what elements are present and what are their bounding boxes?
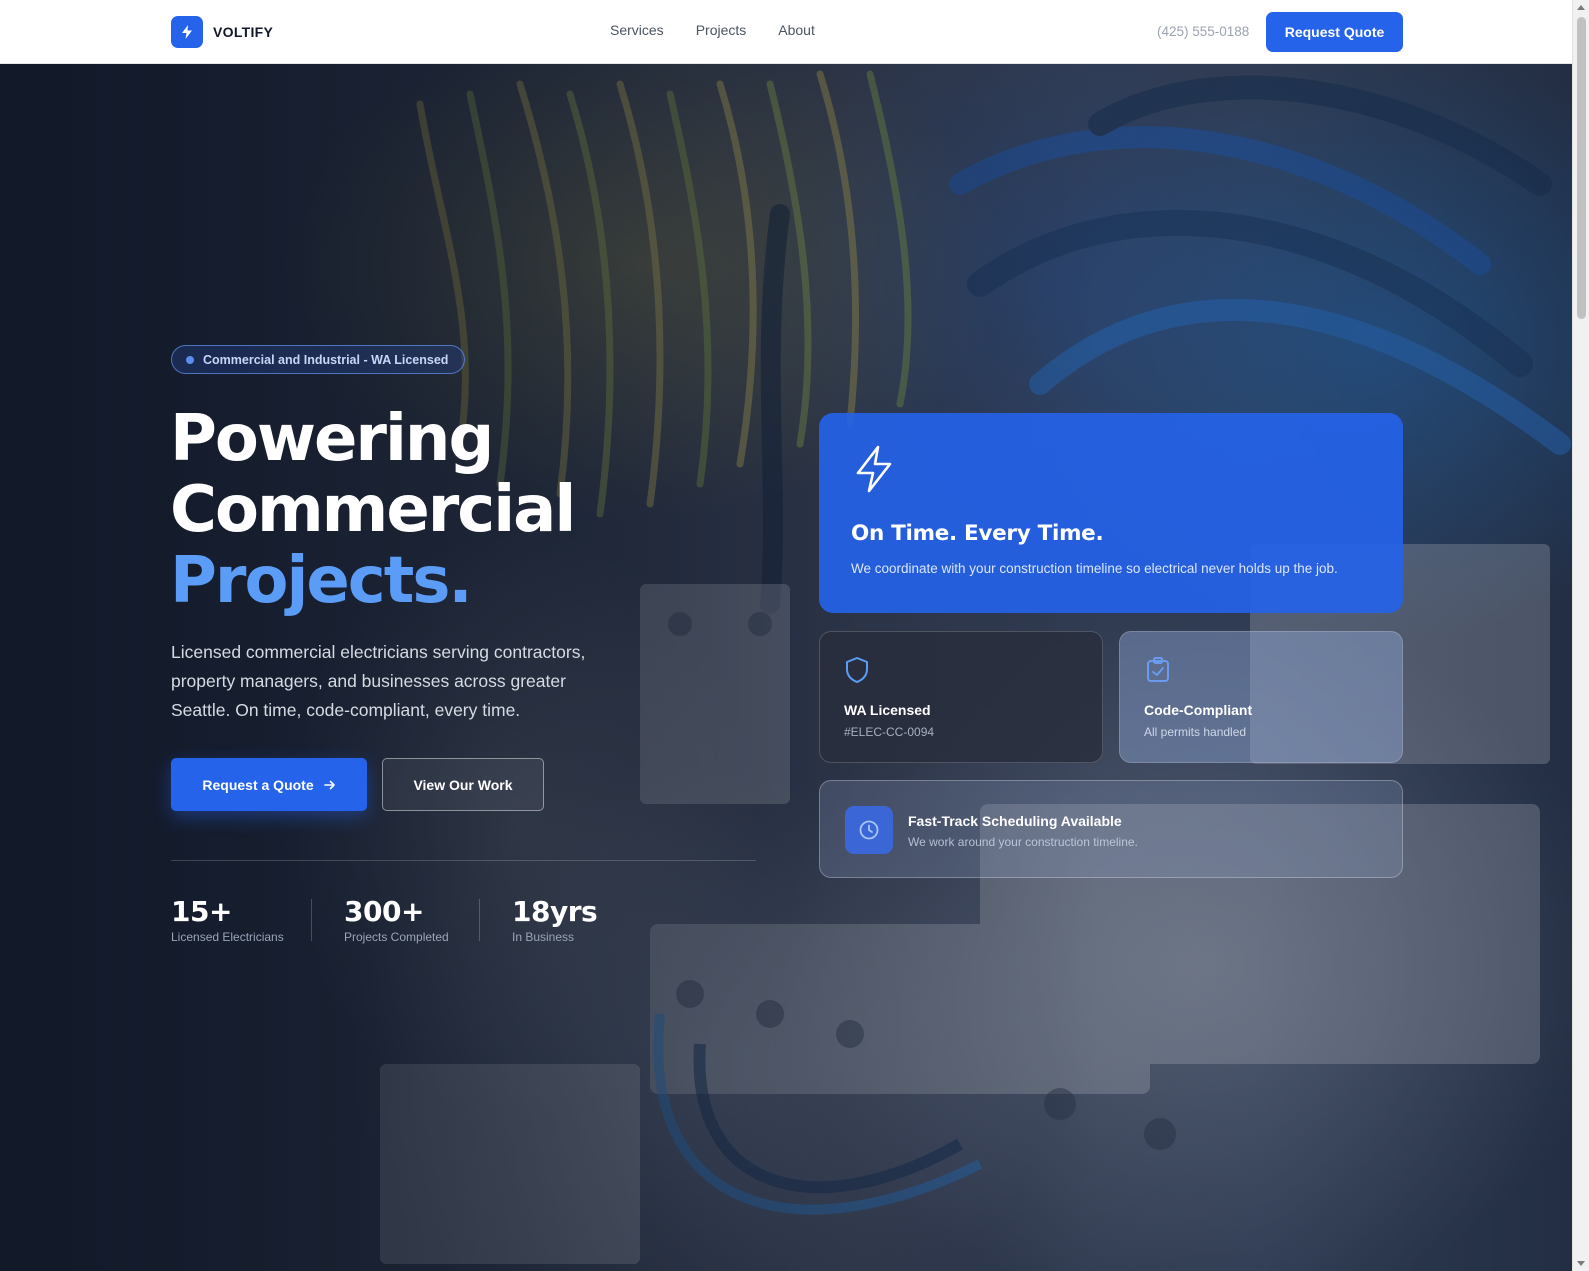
headline-line-1: Powering: [170, 402, 494, 476]
site-header: VOLTIFY Services Projects About (425) 55…: [0, 0, 1572, 64]
card-subtitle: All permits handled: [1144, 725, 1247, 739]
badge-text: Commercial and Industrial - WA Licensed: [203, 352, 449, 367]
scrollbar-thumb[interactable]: [1577, 17, 1586, 319]
view-our-work-button[interactable]: View Our Work: [382, 758, 544, 811]
clipboard-check-icon: [1144, 656, 1172, 689]
card-title: Fast-Track Scheduling Available: [908, 813, 1122, 829]
clock-icon: [845, 806, 893, 854]
nav-link-services[interactable]: Services: [610, 22, 664, 38]
lightning-bolt-icon: [851, 444, 897, 499]
license-badge: Commercial and Industrial - WA Licensed: [171, 345, 466, 374]
request-quote-button[interactable]: Request Quote: [1266, 12, 1403, 52]
scroll-up-arrow-icon[interactable]: [1577, 5, 1585, 10]
stat-projects: 300+ Projects Completed: [344, 895, 449, 944]
card-description: We coordinate with your construction tim…: [851, 561, 1338, 576]
request-a-quote-button[interactable]: Request a Quote: [171, 758, 367, 811]
stat-electricians: 15+ Licensed Electricians: [171, 895, 284, 944]
shield-icon: [844, 656, 870, 689]
nav-link-about[interactable]: About: [778, 22, 815, 38]
card-title: On Time. Every Time.: [851, 521, 1104, 546]
stat-value: 18yrs: [512, 895, 598, 928]
on-time-card: On Time. Every Time. We coordinate with …: [819, 413, 1403, 613]
stats-divider: [171, 860, 756, 861]
stat-separator: [479, 899, 480, 941]
brand-name: VOLTIFY: [213, 24, 274, 40]
lightning-bolt-icon: [171, 16, 203, 48]
stat-value: 300+: [344, 895, 424, 928]
card-title: WA Licensed: [844, 702, 931, 718]
stat-separator: [311, 899, 312, 941]
badge-dot-icon: [186, 355, 194, 364]
stat-value: 15+: [171, 895, 232, 928]
stat-label: Licensed Electricians: [171, 930, 284, 944]
fast-track-card: Fast-Track Scheduling Available We work …: [819, 780, 1403, 878]
stat-years: 18yrs In Business: [512, 895, 598, 944]
stat-label: Projects Completed: [344, 930, 449, 944]
phone-number[interactable]: (425) 555-0188: [1157, 24, 1249, 39]
page-scrollbar[interactable]: [1572, 0, 1589, 1271]
card-title: Code-Compliant: [1144, 702, 1253, 718]
card-subtitle: We work around your construction timelin…: [908, 835, 1138, 849]
scroll-down-arrow-icon[interactable]: [1577, 1261, 1585, 1266]
wa-licensed-card: WA Licensed #ELEC-CC-0094: [819, 631, 1103, 763]
headline-accent: Projects.: [170, 544, 473, 618]
code-compliant-card: Code-Compliant All permits handled: [1119, 631, 1403, 763]
stat-label: In Business: [512, 930, 575, 944]
hero-description: Licensed commercial electricians serving…: [171, 642, 586, 720]
main-nav: Services Projects About: [610, 22, 815, 38]
logo[interactable]: VOLTIFY: [171, 16, 273, 48]
license-number: #ELEC-CC-0094: [844, 725, 935, 739]
request-a-quote-label: Request a Quote: [202, 776, 314, 793]
hero-headline: Powering Commercial Projects.: [170, 402, 576, 618]
arrow-right-icon: [323, 780, 335, 789]
nav-link-projects[interactable]: Projects: [696, 22, 747, 38]
headline-line-2: Commercial: [170, 473, 576, 547]
